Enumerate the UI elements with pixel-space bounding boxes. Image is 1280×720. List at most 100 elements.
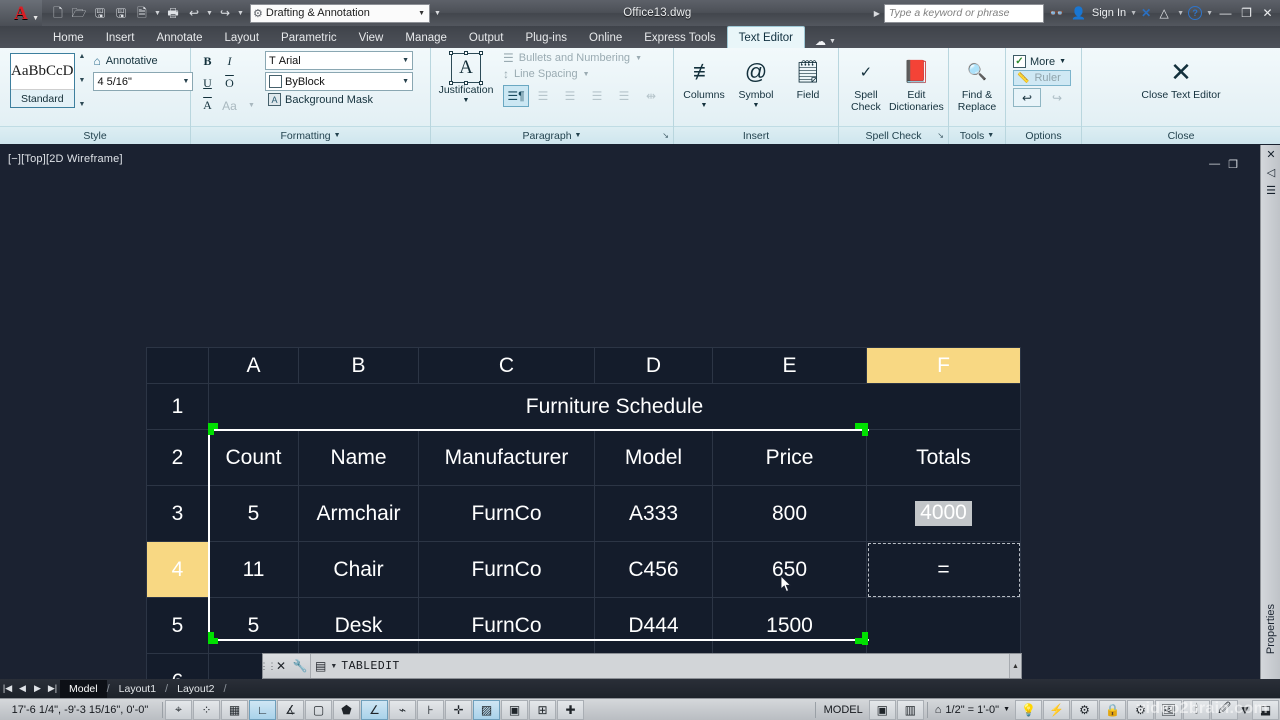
underline-button[interactable]: U	[197, 73, 218, 94]
chevron-down-icon[interactable]: ▼	[153, 10, 162, 17]
chevron-down-icon[interactable]: ▼	[1130, 10, 1137, 17]
chevron-down-icon[interactable]: ▼	[236, 10, 245, 17]
align-right-button[interactable]: ☰	[584, 85, 610, 107]
tab-manage[interactable]: Manage	[394, 27, 458, 48]
chevron-up-icon[interactable]: ▲	[79, 53, 86, 60]
chevron-down-icon[interactable]: ▼	[1003, 706, 1010, 713]
tab-layout[interactable]: Layout	[214, 27, 271, 48]
chevron-down-icon[interactable]: ▼	[1206, 10, 1213, 17]
align-left-button[interactable]: ☰	[530, 85, 556, 107]
bullets-and-numbering-button[interactable]: ☰ Bullets and Numbering ▼	[503, 51, 664, 65]
search-input[interactable]: Type a keyword or phrase	[883, 3, 1044, 23]
dynamic-ucs-toggle[interactable]: ⌁	[389, 699, 416, 720]
dialog-launcher-icon[interactable]: ↘	[937, 131, 944, 140]
last-layout-icon[interactable]: ▶|	[45, 683, 60, 694]
tab-output[interactable]: Output	[458, 27, 515, 48]
selection-cycling-toggle[interactable]: ▣	[501, 699, 528, 720]
chevron-down-icon[interactable]: ▼	[1059, 58, 1066, 65]
ruler-toggle-button[interactable]: 📏 Ruler	[1013, 70, 1071, 86]
tab-express-tools[interactable]: Express Tools	[633, 27, 726, 48]
expand-gallery-icon[interactable]: ▼	[79, 101, 86, 108]
cell-a5[interactable]: 5	[208, 597, 299, 654]
italic-button[interactable]: I	[219, 51, 240, 72]
column-header-f[interactable]: F	[866, 347, 1021, 384]
chevron-down-icon[interactable]: ▼	[463, 97, 470, 104]
tab-home[interactable]: Home	[42, 27, 95, 48]
object-snap-toggle[interactable]: ▢	[305, 699, 332, 720]
undo-icon[interactable]: ↩	[1013, 88, 1041, 107]
annotation-scale-control[interactable]: ⌂ 1/2" = 1'-0" ▼	[930, 704, 1015, 716]
chevron-right-icon[interactable]: ▶	[874, 9, 880, 18]
add-tool-button[interactable]: ✚	[557, 699, 584, 720]
font-name-combo[interactable]: T Arial ▼	[265, 51, 413, 70]
tab-view[interactable]: View	[348, 27, 395, 48]
chevron-down-icon[interactable]: ▼	[334, 132, 341, 139]
tab-parametric[interactable]: Parametric	[270, 27, 348, 48]
cell-d4[interactable]: C456	[594, 541, 713, 598]
align-paragraph-button[interactable]: ☰¶	[503, 85, 529, 107]
cell-c5[interactable]: FurnCo	[418, 597, 595, 654]
align-distribute-button[interactable]: ⇹	[638, 85, 664, 107]
sign-in-button[interactable]: Sign In	[1092, 7, 1126, 19]
cell-e5[interactable]: 1500	[712, 597, 867, 654]
row-header-2[interactable]: 2	[146, 429, 209, 486]
isolate-objects-icon[interactable]: 🖼	[1155, 699, 1182, 720]
chevron-down-icon[interactable]: ▼	[1177, 10, 1184, 17]
chevron-down-icon[interactable]: ▼	[330, 663, 337, 670]
spell-check-button[interactable]: ✓ Spell Check	[843, 51, 889, 127]
next-layout-icon[interactable]: ▶	[30, 683, 45, 694]
toolbar-lock-icon[interactable]: 🔒	[1099, 699, 1126, 720]
chevron-down-icon[interactable]: ▼	[753, 102, 760, 109]
chevron-down-icon[interactable]: ▼	[635, 55, 642, 62]
find-replace-button[interactable]: 🔍 Find & Replace	[953, 51, 1001, 127]
row-header-5[interactable]: 5	[146, 597, 209, 654]
chevron-down-icon[interactable]: ▼	[79, 77, 86, 84]
ribbon-display-options[interactable]: ☁ ▼	[805, 35, 836, 48]
row-header-1[interactable]: 1	[146, 383, 209, 430]
column-header-e[interactable]: E	[712, 347, 867, 384]
application-menu-button[interactable]: A ▼	[0, 0, 42, 26]
annotation-visibility-icon[interactable]: 💡	[1015, 699, 1042, 720]
align-justify-button[interactable]: ☰	[611, 85, 637, 107]
workspace-switching-icon[interactable]: ⚙	[1071, 699, 1098, 720]
exchange-app-icon[interactable]: ✕	[1141, 6, 1151, 20]
fullscreen-toggle-icon[interactable]: ⬓	[1252, 699, 1279, 720]
chevron-down-icon[interactable]: ▼	[241, 95, 262, 116]
undo-icon[interactable]: ↩	[184, 3, 204, 23]
edit-dictionaries-button[interactable]: 📕 Edit Dictionaries	[889, 51, 944, 127]
change-case-button[interactable]: Aa	[219, 95, 240, 116]
overline-button[interactable]: O	[219, 73, 240, 94]
cell-f4-editing[interactable]: =	[866, 541, 1021, 598]
row-header-4[interactable]: 4	[146, 541, 209, 598]
redo-icon[interactable]: ↪	[1043, 88, 1071, 107]
plot-icon[interactable]: 🖶	[163, 3, 183, 23]
save-as-icon[interactable]: 🖫	[111, 3, 131, 23]
cell-c4[interactable]: FurnCo	[418, 541, 595, 598]
auto-hide-icon[interactable]: ◁	[1261, 163, 1280, 181]
tab-online[interactable]: Online	[578, 27, 633, 48]
grid-display-toggle[interactable]: ▦	[221, 699, 248, 720]
viewport-minimize-button[interactable]: —	[1209, 158, 1220, 171]
window-close-button[interactable]: ✕	[1259, 6, 1276, 20]
cell-a4[interactable]: 11	[208, 541, 299, 598]
line-spacing-button[interactable]: ↕ Line Spacing ▼	[503, 67, 664, 81]
properties-palette-tab[interactable]: Properties	[1261, 569, 1280, 689]
chevron-down-icon[interactable]: ▼	[829, 38, 836, 45]
align-center-button[interactable]: ☰	[557, 85, 583, 107]
column-header-c[interactable]: C	[418, 347, 595, 384]
cell-d3[interactable]: A333	[594, 485, 713, 542]
command-input[interactable]: ▤ ▼ TABLEDIT	[310, 654, 1009, 678]
header-cell-model[interactable]: Model	[594, 429, 713, 486]
chevron-down-icon[interactable]: ▼	[183, 78, 190, 85]
ortho-mode-toggle[interactable]: ∟	[249, 699, 276, 720]
chevron-down-icon[interactable]: ▼	[402, 78, 409, 85]
chevron-down-icon[interactable]: ▼	[575, 132, 582, 139]
chevron-down-icon[interactable]: ▼	[701, 102, 708, 109]
cell-f5[interactable]	[866, 597, 1021, 654]
chevron-down-icon[interactable]: ▼	[583, 71, 590, 78]
chevron-down-icon[interactable]: ▼	[987, 132, 994, 139]
cell-b3[interactable]: Armchair	[298, 485, 419, 542]
cell-a3[interactable]: 5	[208, 485, 299, 542]
viewport-restore-button[interactable]: ❐	[1228, 158, 1238, 171]
strikethrough-button[interactable]: A	[197, 95, 218, 116]
